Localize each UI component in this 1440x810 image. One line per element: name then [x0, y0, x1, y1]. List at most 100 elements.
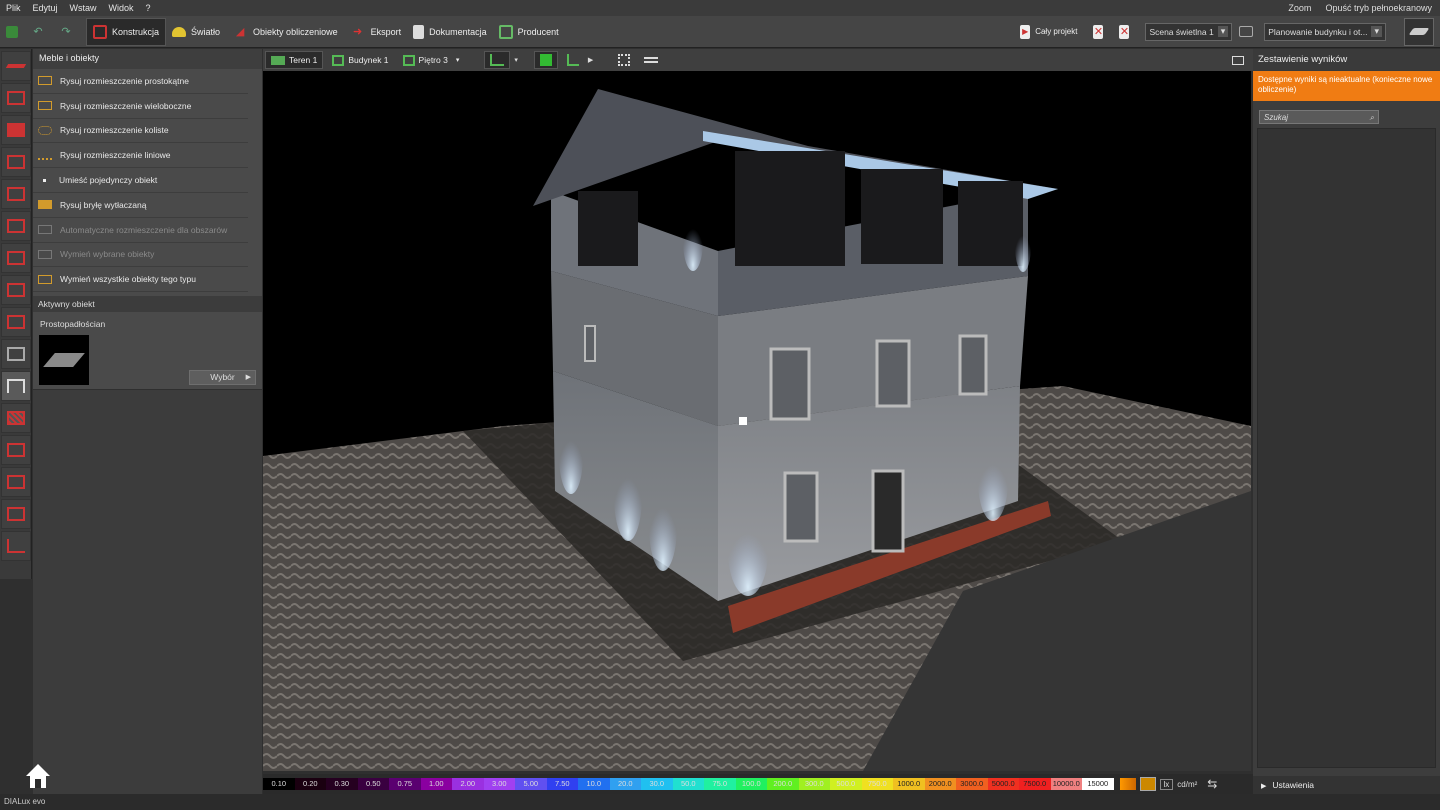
undo-button[interactable]: ↶ — [24, 18, 52, 46]
scene-settings-button[interactable] — [1236, 18, 1256, 46]
list-item[interactable]: Rysuj rozmieszczenie prostokątne — [33, 69, 248, 94]
tool-frame[interactable] — [1, 499, 31, 529]
tab-calculation-objects[interactable]: ◢ Obiekty obliczeniowe — [226, 18, 344, 46]
tab-producer[interactable]: Producent — [493, 18, 565, 46]
tab-documentation[interactable]: Dokumentacja — [407, 18, 493, 46]
solid-view-button[interactable] — [533, 51, 558, 69]
select-object-button[interactable]: Wybór ▶ — [189, 370, 256, 385]
3d-viewport[interactable] — [263, 71, 1251, 771]
replace-selected-icon — [38, 249, 52, 259]
measure-button[interactable] — [639, 51, 663, 69]
list-item[interactable]: Rysuj rozmieszczenie koliste — [33, 119, 248, 144]
tool-cube[interactable] — [1, 243, 31, 273]
tool-path[interactable] — [1, 531, 31, 561]
building-icon — [332, 54, 345, 66]
tool-floor[interactable] — [1, 83, 31, 113]
terrain-selector[interactable]: Teren 1 — [265, 51, 324, 69]
list-item[interactable]: Wymień wszystkie obiekty tego typu — [33, 267, 248, 293]
menu-file[interactable]: Plik — [0, 3, 27, 13]
floor-icon — [402, 54, 415, 66]
scale-cell: 2000.0 — [924, 778, 956, 790]
list-item-label: Rysuj bryłę wytłaczaną — [60, 199, 147, 210]
scale-cell: 5000.0 — [987, 778, 1019, 790]
left-panel-empty-area — [33, 390, 262, 810]
tool-roof[interactable] — [1, 275, 31, 305]
zoom-button[interactable]: Zoom — [1288, 3, 1311, 13]
fit-view-button[interactable] — [613, 51, 635, 69]
tool-material[interactable] — [1, 403, 31, 433]
whole-project-label: Cały projekt — [1035, 27, 1078, 36]
circular-layout-icon — [38, 125, 52, 135]
gradient-icon[interactable] — [1119, 778, 1136, 790]
tab-construction[interactable]: Konstrukcja — [86, 17, 167, 46]
save-button[interactable] — [0, 18, 24, 46]
tool-furniture[interactable] — [1, 371, 31, 401]
tool-room[interactable] — [1, 211, 31, 241]
scale-cell: 0.10 — [263, 778, 295, 790]
list-item-label: Rysuj rozmieszczenie liniowe — [60, 150, 171, 161]
furniture-objects-panel: Meble i obiekty Rysuj rozmieszczenie pro… — [33, 49, 292, 389]
wall-icon — [7, 155, 25, 169]
text-icon — [7, 443, 25, 457]
tool-box[interactable] — [1, 307, 31, 337]
settings-label: Ustawienia — [1272, 780, 1314, 790]
scale-cell: 750.0 — [861, 778, 893, 790]
outline-view-button[interactable] — [562, 51, 584, 69]
list-item[interactable]: Rysuj bryłę wytłaczaną — [33, 193, 248, 218]
menu-help[interactable]: ? — [140, 3, 157, 13]
exit-fullscreen-button[interactable]: Opuść tryb pełnoekranowy — [1325, 3, 1432, 13]
dimension-icon — [7, 475, 25, 489]
floor-selector[interactable]: Piętro 3 ▾ — [398, 51, 465, 69]
select-button-label: Wybór — [210, 372, 235, 382]
view-mode-button[interactable] — [1404, 17, 1434, 46]
door-icon — [7, 187, 25, 201]
chevron-down-icon: ▾ — [1217, 26, 1229, 37]
search-input[interactable]: Szukaj ⌕ — [1259, 110, 1379, 124]
active-object-header: Aktywny obiekt — [33, 296, 262, 312]
list-item[interactable]: Rysuj rozmieszczenie liniowe — [33, 143, 248, 169]
scale-cell: 7500.0 — [1019, 778, 1051, 790]
tool-text[interactable] — [1, 435, 31, 465]
menu-edit[interactable]: Edytuj — [27, 3, 64, 13]
tool-dimension[interactable] — [1, 467, 31, 497]
building-selector[interactable]: Budynek 1 — [327, 51, 393, 69]
tool-wall[interactable] — [1, 147, 31, 177]
tab-light[interactable]: Światło — [166, 18, 226, 46]
tab-label: Konstrukcja — [112, 26, 160, 37]
stop-button[interactable]: ✕ — [1087, 18, 1109, 46]
swap-icon[interactable]: ⇆ — [1207, 777, 1217, 791]
scene-select[interactable]: Scena świetlna 1 ▾ — [1145, 22, 1233, 41]
tab-export[interactable]: ➜ Eksport — [344, 18, 408, 46]
list-item[interactable]: Rysuj rozmieszczenie wieloboczne — [33, 94, 248, 119]
tool-terrain[interactable] — [1, 51, 31, 81]
lamp-icon — [172, 26, 187, 37]
floor-plan-view-button[interactable] — [484, 51, 511, 69]
settings-expander[interactable]: ▶ Ustawienia — [1253, 776, 1440, 794]
menu-insert[interactable]: Wstaw — [64, 3, 103, 13]
scale-cell: 10.0 — [578, 778, 610, 790]
whole-project-button[interactable]: ▶ Cały projekt — [1014, 18, 1083, 46]
planning-select[interactable]: Planowanie budynku i ot... ▾ — [1264, 22, 1386, 41]
ruler-icon — [644, 57, 659, 63]
chevron-down-icon[interactable]: ▾ — [514, 56, 518, 64]
left-tool-strip — [0, 49, 32, 579]
cube-icon — [7, 251, 25, 265]
floor-label: Piętro 3 — [418, 55, 448, 65]
list-item-label: Rysuj rozmieszczenie prostokątne — [60, 75, 189, 86]
redo-button[interactable]: ↷ — [52, 18, 80, 46]
tool-building[interactable] — [1, 115, 31, 145]
list-item[interactable]: Umieść pojedynczy obiekt — [33, 168, 248, 193]
tab-label: Światło — [191, 26, 221, 37]
delete-results-button[interactable]: ✕ — [1113, 18, 1135, 46]
tool-door[interactable] — [1, 179, 31, 209]
menu-view[interactable]: Widok — [103, 3, 140, 13]
scale-cell: 50.0 — [672, 778, 704, 790]
display-button[interactable] — [1227, 51, 1249, 69]
tool-cuboid[interactable] — [1, 339, 31, 369]
producer-icon — [498, 24, 513, 39]
palette-icon[interactable] — [1139, 777, 1156, 791]
search-icon: ⌕ — [1369, 113, 1374, 122]
unit-lx-button[interactable]: lx — [1159, 778, 1174, 790]
scale-cell: 0.20 — [294, 778, 326, 790]
chevron-right-icon[interactable]: ▶ — [588, 56, 593, 64]
